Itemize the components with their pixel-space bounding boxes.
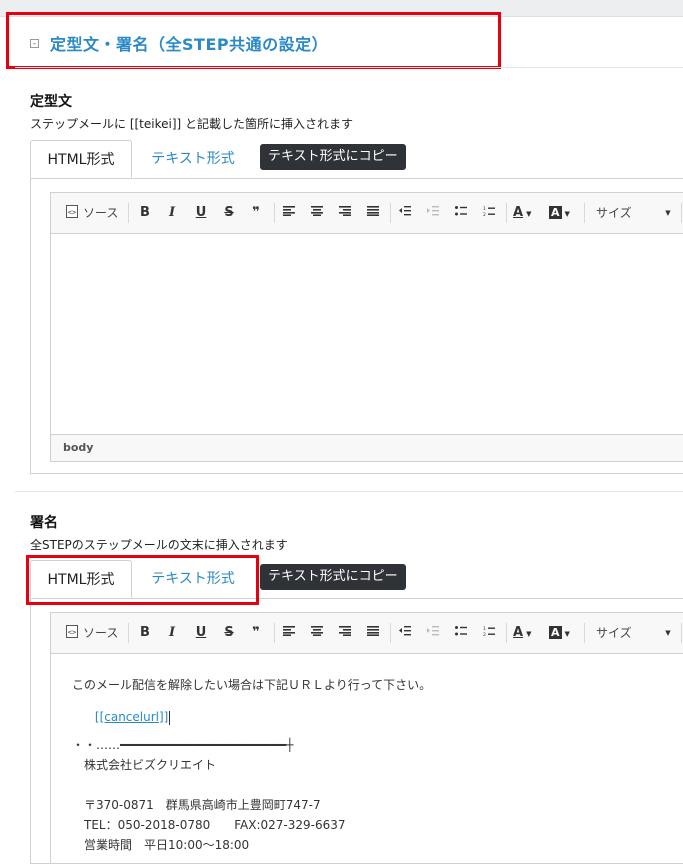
divider [15,491,683,492]
align-left-icon[interactable] [281,625,297,641]
align-right-icon[interactable] [337,625,353,641]
section-title: 定型文・署名（全STEP共通の設定） [50,35,329,54]
bg-color-label: A [549,206,562,219]
font-color-label: A [513,205,524,220]
bg-color-button[interactable]: A ▼ [549,625,579,641]
italic-button[interactable]: I [164,625,180,641]
indent-icon[interactable] [425,205,441,221]
section-header[interactable]: - 定型文・署名（全STEP共通の設定） [30,30,328,56]
font-color-button[interactable]: A ▼ [513,625,541,641]
bold-button[interactable]: B [137,205,153,221]
align-justify-icon[interactable] [365,205,381,221]
copy-to-text-button[interactable]: テキスト形式にコピー [260,144,406,170]
strike-button[interactable]: S [221,205,237,221]
chevron-down-icon: ▼ [564,210,570,218]
toolbar-divider [128,623,129,643]
signature-line: [[cancelurl]] [72,696,171,739]
text-cursor [169,710,171,725]
outdent-icon[interactable] [397,205,413,221]
strike-button[interactable]: S [221,625,237,641]
blockquote-button[interactable]: ❞ [247,205,265,221]
signature-line: 営業時間 平日10:00～18:00 [84,838,250,852]
toolbar-divider [390,203,391,223]
chevron-down-icon[interactable]: ▼ [663,625,673,641]
teikei-editor: <> ソース B I U S ❞ 12 A ▼ A ▼ サイズ ▼ body [50,192,683,462]
chevron-down-icon: ▼ [526,210,532,218]
numbered-list-icon[interactable]: 12 [481,625,497,641]
align-right-icon[interactable] [337,205,353,221]
editor-toolbar: <> ソース B I U S ❞ 12 A ▼ A ▼ サイズ ▼ [51,193,683,234]
toolbar-divider [390,623,391,643]
chevron-down-icon: ▼ [526,630,532,638]
toolbar-divider [506,203,507,223]
italic-button[interactable]: I [164,205,180,221]
editor-statusbar: body [51,434,683,461]
bg-color-button[interactable]: A ▼ [549,205,579,221]
cancel-url-link[interactable]: [[cancelurl]] [95,710,168,724]
svg-text:2: 2 [483,212,486,216]
outdent-icon[interactable] [397,625,413,641]
signature-line: TEL：050-2018-0780 FAX:027-329-6637 [84,818,346,832]
toolbar-divider [681,623,682,643]
toolbar-divider [681,203,682,223]
toolbar-divider [274,623,275,643]
signature-line: ・・……━━━━━━━━━━━━━━━━━━━━━━━┼ [72,738,294,752]
toolbar-divider [584,623,585,643]
align-center-icon[interactable] [309,205,325,221]
svg-text:1: 1 [483,206,486,212]
svg-text:<>: <> [68,209,76,217]
bg-color-label: A [549,626,562,639]
indent-icon[interactable] [425,625,441,641]
toolbar-divider [128,203,129,223]
tab-html[interactable]: HTML形式 [30,140,132,178]
bullet-list-icon[interactable] [453,205,469,221]
source-button[interactable]: ソース [83,624,118,641]
underline-button[interactable]: U [193,625,209,641]
teikei-description: ステップメールに [[teikei]] と記載した箇所に挿入されます [30,117,354,131]
source-button[interactable]: ソース [83,204,118,221]
tabs-highlight-box [26,555,259,605]
source-icon[interactable]: <> [65,205,79,221]
divider [15,67,683,68]
signature-line: このメール配信を解除したい場合は下記ＵＲＬより行って下さい。 [72,678,432,692]
size-select[interactable]: サイズ [596,624,632,641]
align-center-icon[interactable] [309,625,325,641]
bold-button[interactable]: B [137,625,153,641]
svg-text:1: 1 [483,626,486,632]
underline-button[interactable]: U [193,205,209,221]
toolbar-divider [506,623,507,643]
signature-editor: <> ソース B I U S ❞ 12 A ▼ A ▼ サイズ ▼ このメール配信を… [50,612,683,864]
font-color-label: A [513,625,524,640]
svg-text:2: 2 [483,632,486,636]
blockquote-button[interactable]: ❞ [247,625,265,641]
size-select[interactable]: サイズ [596,204,632,221]
signature-line: 株式会社ビズクリエイト [84,758,217,772]
font-color-button[interactable]: A ▼ [513,205,541,221]
editor-toolbar: <> ソース B I U S ❞ 12 A ▼ A ▼ サイズ ▼ [51,613,683,654]
chevron-down-icon: ▼ [564,630,570,638]
align-justify-icon[interactable] [365,625,381,641]
source-icon[interactable]: <> [65,625,79,641]
copy-to-text-button[interactable]: テキスト形式にコピー [260,564,406,590]
toolbar-divider [584,203,585,223]
tab-text[interactable]: テキスト形式 [138,140,248,178]
teikei-editor-content[interactable] [51,234,683,434]
collapse-icon[interactable]: - [30,38,39,48]
numbered-list-icon[interactable]: 12 [481,205,497,221]
signature-editor-content[interactable]: このメール配信を解除したい場合は下記ＵＲＬより行って下さい。 [[cancelu… [51,654,683,865]
bullet-list-icon[interactable] [453,625,469,641]
svg-text:<>: <> [68,629,76,637]
chevron-down-icon[interactable]: ▼ [663,205,673,221]
signature-line: 〒370-0871 群馬県高崎市上豊岡町747-7 [84,798,321,812]
align-left-icon[interactable] [281,205,297,221]
signature-label: 署名 [30,515,58,531]
toolbar-divider [274,203,275,223]
signature-description: 全STEPのステップメールの文末に挿入されます [30,538,288,552]
teikei-label: 定型文 [30,94,72,110]
